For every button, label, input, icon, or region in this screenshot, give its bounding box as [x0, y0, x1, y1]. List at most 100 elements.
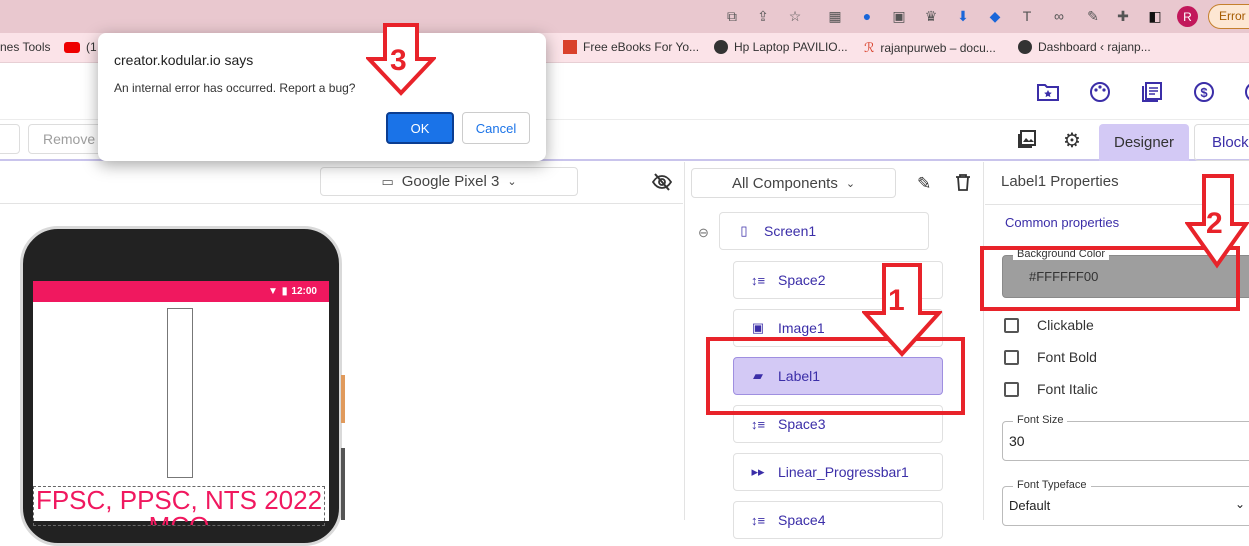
font-size-value: 30 [1009, 433, 1025, 449]
toolbar-button[interactable] [0, 124, 20, 154]
help-icon[interactable] [1238, 79, 1249, 105]
delete-trash-icon[interactable] [955, 173, 971, 196]
clickable-checkbox[interactable]: Clickable [1004, 317, 1094, 333]
star-icon[interactable]: ☆ [786, 7, 804, 25]
dialog-message: An internal error has occurred. Report a… [114, 81, 356, 95]
bookmark-label: (1 [86, 40, 97, 54]
share-icon[interactable]: ⇪ [754, 7, 772, 25]
font-italic-checkbox[interactable]: Font Italic [1004, 381, 1098, 397]
font-typeface-value: Default [1009, 498, 1051, 513]
label1-preview[interactable]: FPSC, PPSC, NTS 2022 MCQ [33, 486, 325, 526]
bookmark-label: Free eBooks For Yo... [583, 40, 700, 54]
tab-blocks[interactable]: Blocks [1194, 124, 1249, 161]
checkbox-box[interactable] [1004, 317, 1019, 333]
device-select[interactable]: ▭ Google Pixel 3 ⌄ [320, 167, 578, 196]
bookmark-item[interactable]: Dashboard ‹ rajanp... [1018, 40, 1151, 54]
tree-item-label: Space2 [778, 272, 826, 288]
visibility-off-icon[interactable] [651, 172, 673, 197]
tree-item-linear-progressbar1[interactable]: ▸▸ Linear_Progressbar1 [733, 453, 943, 491]
chevron-down-icon: ⌄ [507, 176, 517, 188]
font-typeface-select[interactable]: Font Typeface Default ⌄ [1002, 479, 1249, 526]
device-name: Google Pixel 3 [401, 173, 500, 190]
chevron-down-icon: ⌄ [1235, 497, 1246, 511]
book-icon [563, 40, 577, 54]
download-icon[interactable]: ⬇ [954, 7, 972, 25]
translate-icon[interactable]: ⧉ [723, 7, 741, 25]
font-bold-checkbox[interactable]: Font Bold [1004, 349, 1097, 365]
checkbox-label: Clickable [1037, 317, 1094, 333]
wifi-icon: ▼ [268, 286, 278, 297]
bookmark-label: Hp Laptop PAVILIO... [734, 40, 848, 54]
collapse-icon[interactable]: ⊖ [698, 225, 709, 241]
edit-pencil-icon[interactable]: ✎ [917, 174, 931, 194]
space-icon: ↕≡ [750, 272, 766, 288]
globe-icon [1018, 40, 1032, 54]
bookmark-item[interactable]: (1 [64, 40, 97, 54]
bookmark-label: nes Tools [0, 40, 51, 54]
gallery-icon[interactable] [1017, 129, 1037, 154]
font-size-field[interactable]: Font Size 30 [1002, 414, 1249, 461]
font-typeface-label: Font Typeface [1013, 479, 1091, 491]
text-icon[interactable]: T [1018, 7, 1036, 25]
globe-icon [714, 40, 728, 54]
dialog-title: creator.kodular.io says [114, 52, 254, 68]
extension-icon[interactable]: ▦ [826, 7, 844, 25]
components-filter[interactable]: All Components ⌄ [691, 168, 896, 198]
tab-designer[interactable]: Designer [1099, 124, 1189, 161]
status-bar: ▼ ▮ 12:00 [33, 281, 329, 302]
svg-text:$: $ [1200, 85, 1208, 100]
tree-item-space4[interactable]: ↕≡ Space4 [733, 501, 943, 539]
tree-item-label: Linear_Progressbar1 [778, 464, 909, 480]
profile-avatar[interactable]: R [1177, 6, 1198, 27]
checkbox-box[interactable] [1004, 381, 1019, 397]
checkbox-label: Font Bold [1037, 349, 1097, 365]
annotation-marker-1: 1 [888, 284, 905, 317]
diamond-icon[interactable]: ◆ [986, 7, 1004, 25]
cancel-button[interactable]: Cancel [462, 112, 530, 144]
browser-toolbar: ⧉ ⇪ ☆ ▦ ● ▣ ♛ ⬇ ◆ T ∞ ✎ ✚ ◧ R Error [0, 0, 1249, 33]
image-icon: ▣ [751, 320, 765, 335]
link-icon[interactable]: ∞ [1050, 7, 1068, 25]
space-icon: ↕≡ [750, 512, 766, 528]
tree-item-label: Space4 [778, 512, 826, 528]
error-chip[interactable]: Error [1208, 4, 1249, 29]
tree-item-label: Space3 [778, 416, 826, 432]
bookmark-item[interactable]: Hp Laptop PAVILIO... [714, 40, 848, 54]
image1-preview[interactable] [167, 308, 193, 478]
progress-icon: ▸▸ [751, 464, 765, 479]
crown-icon[interactable]: ♛ [922, 7, 940, 25]
bookmark-label: rajanpurweb – docu... [880, 41, 996, 55]
bookmark-item[interactable]: Free eBooks For Yo... [563, 40, 699, 54]
battery-icon: ▮ [281, 286, 288, 297]
library-icon[interactable] [1139, 79, 1165, 105]
bookmark-item[interactable]: nes Tools [0, 40, 50, 54]
sidepanel-icon[interactable]: ◧ [1146, 7, 1164, 25]
checkbox-label: Font Italic [1037, 381, 1098, 397]
tree-item-screen1[interactable]: ▯ Screen1 [719, 212, 929, 250]
ok-button[interactable]: OK [386, 112, 454, 144]
font-size-label: Font Size [1013, 414, 1068, 426]
device-icon: ▭ [381, 173, 394, 189]
bookmark-label: Dashboard ‹ rajanp... [1038, 40, 1151, 54]
eyedropper-icon[interactable]: ✎ [1084, 7, 1102, 25]
components-filter-label: All Components [731, 174, 838, 192]
puzzle-icon[interactable]: ✚ [1114, 7, 1132, 25]
phone-side-button [341, 375, 345, 423]
common-properties-header[interactable]: Common properties [1005, 215, 1119, 230]
properties-title: Label1 Properties [1001, 173, 1119, 190]
dollar-icon[interactable]: $ [1191, 79, 1217, 105]
download-extension-icon[interactable]: ● [858, 7, 876, 25]
bookmark-item[interactable]: ℛ rajanpurweb – docu... [864, 40, 996, 56]
tree-item-label: Image1 [778, 320, 825, 336]
annotation-marker-3: 3 [390, 44, 407, 77]
viewer-toolbar: ▭ Google Pixel 3 ⌄ [0, 162, 683, 204]
checkbox-box[interactable] [1004, 349, 1019, 365]
image-extension-icon[interactable]: ▣ [890, 7, 908, 25]
alert-dialog: creator.kodular.io says An internal erro… [98, 33, 546, 161]
projects-folder-icon[interactable] [1035, 79, 1061, 105]
phone-screen: ▼ ▮ 12:00 FPSC, PPSC, NTS 2022 MCQ [33, 281, 329, 526]
pen-icon: ℛ [864, 40, 875, 55]
palette-icon[interactable] [1087, 79, 1113, 105]
settings-gear-icon[interactable]: ⚙ [1063, 128, 1081, 153]
phone-side-button [341, 448, 345, 520]
